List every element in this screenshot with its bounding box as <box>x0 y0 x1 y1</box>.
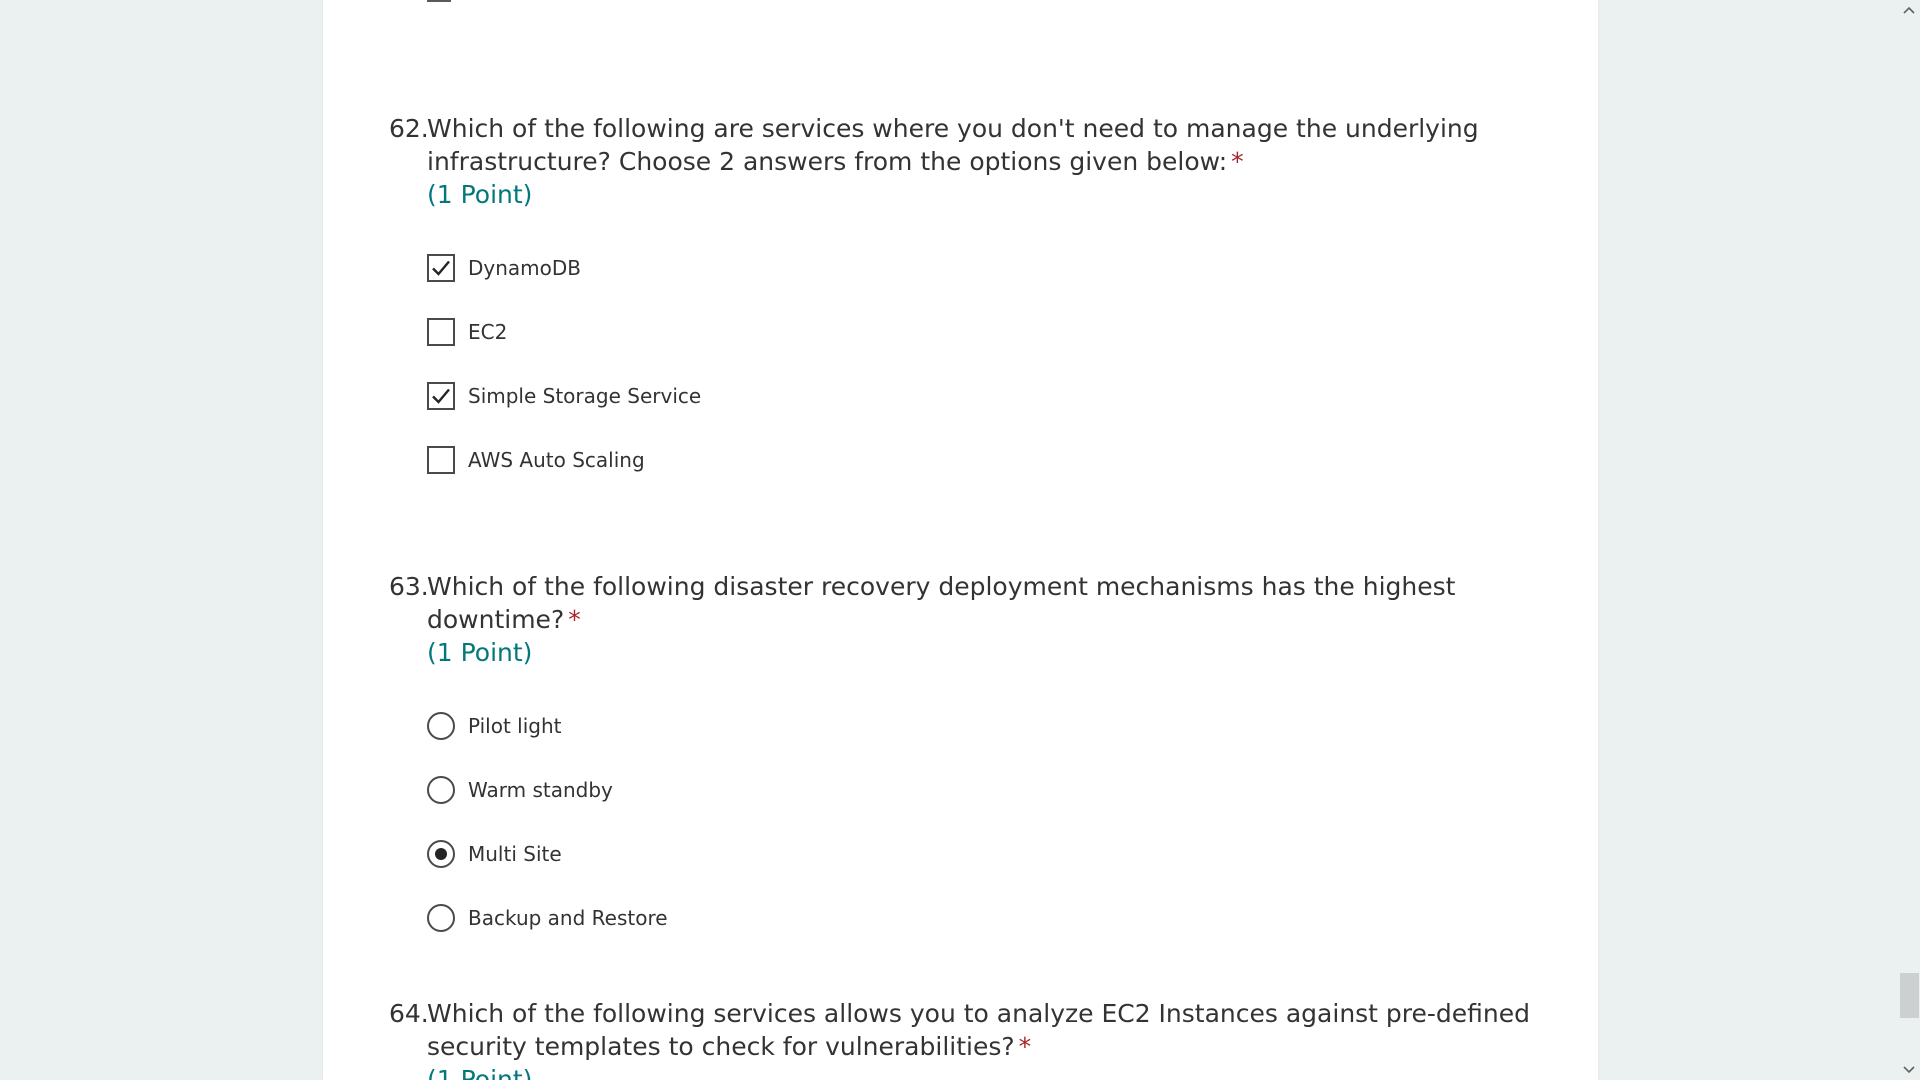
question-63-points: (1 Point) <box>427 638 533 667</box>
form-card: 62. Which of the following are services … <box>323 0 1598 1080</box>
option-dynamodb[interactable]: DynamoDB <box>427 236 1539 300</box>
question-62: 62. Which of the following are services … <box>389 112 1539 492</box>
question-64-header: 64. Which of the following services allo… <box>389 997 1539 1063</box>
checkbox-simple-storage-service[interactable] <box>427 382 455 410</box>
option-simple-storage-service[interactable]: Simple Storage Service <box>427 364 1539 428</box>
checkmark-icon <box>432 388 450 404</box>
question-62-number: 62. <box>389 114 429 143</box>
option-label: Backup and Restore <box>468 906 668 930</box>
page-viewport: 62. Which of the following are services … <box>0 0 1920 1080</box>
required-marker: * <box>1231 147 1244 176</box>
question-62-points: (1 Point) <box>427 180 533 209</box>
question-63-text: Which of the following disaster recovery… <box>427 572 1456 634</box>
prev-option-checkbox[interactable] <box>427 0 451 2</box>
required-marker: * <box>1018 1032 1032 1061</box>
scrollbar-thumb[interactable] <box>1900 973 1919 1018</box>
option-multi-site[interactable]: Multi Site <box>427 822 1539 886</box>
option-aws-auto-scaling[interactable]: AWS Auto Scaling <box>427 428 1539 492</box>
option-backup-and-restore[interactable]: Backup and Restore <box>427 886 1539 950</box>
option-warm-standby[interactable]: Warm standby <box>427 758 1539 822</box>
checkbox-ec2[interactable] <box>427 318 455 346</box>
question-63-number: 63. <box>389 572 429 601</box>
radio-multi-site[interactable] <box>427 840 455 868</box>
option-ec2[interactable]: EC2 <box>427 300 1539 364</box>
required-marker: * <box>568 605 581 634</box>
option-label: DynamoDB <box>468 256 582 280</box>
question-64-points: (1 Point) <box>427 1065 533 1080</box>
option-label: AWS Auto Scaling <box>468 448 645 472</box>
question-62-options: DynamoDB EC2 Simple Storage Service AWS … <box>427 236 1539 492</box>
question-63-options: Pilot light Warm standby Multi Site Back… <box>427 694 1539 950</box>
option-label: Pilot light <box>468 714 562 738</box>
radio-pilot-light[interactable] <box>427 712 455 740</box>
checkbox-aws-auto-scaling[interactable] <box>427 446 455 474</box>
chevron-down-icon[interactable] <box>1898 1060 1920 1080</box>
option-label: Simple Storage Service <box>468 384 702 408</box>
radio-dot <box>435 848 447 860</box>
radio-backup-and-restore[interactable] <box>427 904 455 932</box>
question-63-header: 63. Which of the following disaster reco… <box>389 570 1539 636</box>
option-label: EC2 <box>468 320 508 344</box>
vertical-scrollbar[interactable] <box>1898 0 1920 1080</box>
question-64-number: 64. <box>389 999 429 1028</box>
question-62-text: Which of the following are services wher… <box>427 114 1479 176</box>
option-label: Warm standby <box>468 778 613 802</box>
question-62-header: 62. Which of the following are services … <box>389 112 1539 178</box>
radio-warm-standby[interactable] <box>427 776 455 804</box>
checkmark-icon <box>432 260 450 276</box>
question-63: 63. Which of the following disaster reco… <box>389 570 1539 950</box>
chevron-up-icon[interactable] <box>1898 0 1920 20</box>
option-pilot-light[interactable]: Pilot light <box>427 694 1539 758</box>
question-64: 64. Which of the following services allo… <box>389 997 1539 1080</box>
option-label: Multi Site <box>468 842 562 866</box>
question-64-text: Which of the following services allows y… <box>427 999 1531 1061</box>
checkbox-dynamodb[interactable] <box>427 254 455 282</box>
